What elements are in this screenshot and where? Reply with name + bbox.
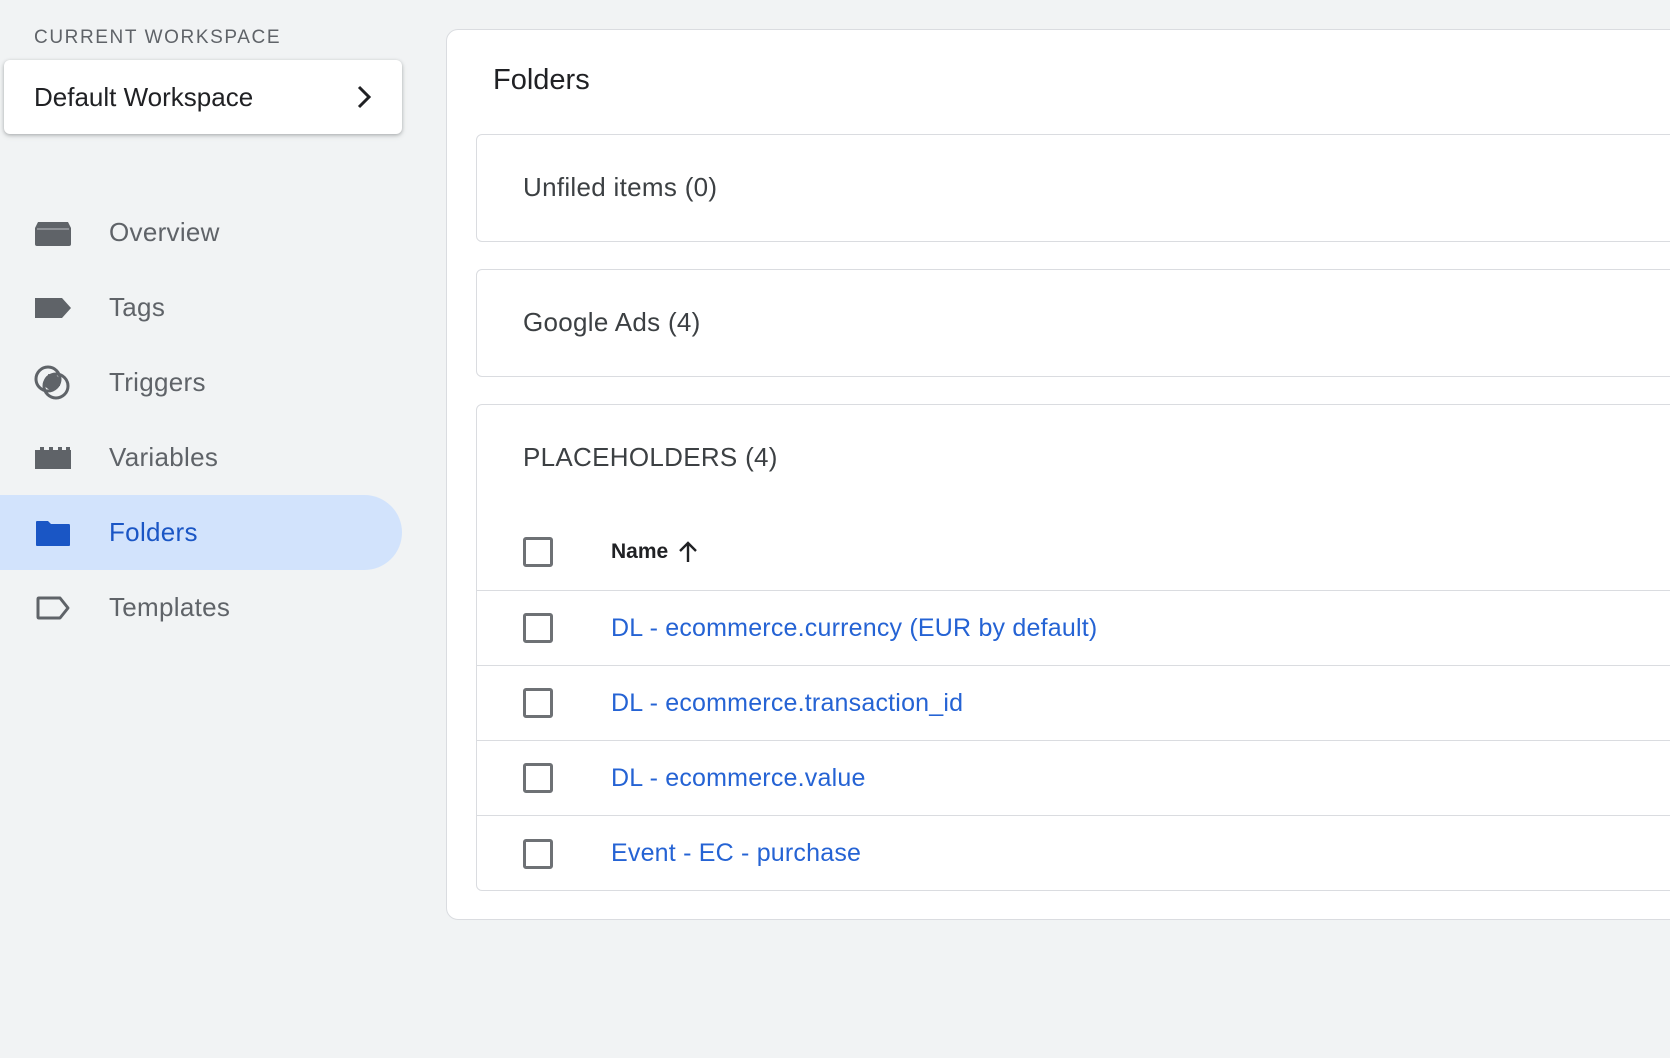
current-workspace-label: CURRENT WORKSPACE — [34, 27, 282, 48]
sidebar-item-label: Overview — [109, 217, 220, 247]
sidebar-item-triggers[interactable]: Triggers — [0, 345, 402, 420]
table-row: DL - ecommerce.value — [477, 741, 1670, 816]
page-title: Folders — [493, 64, 590, 96]
sidebar-item-variables[interactable]: Variables — [0, 420, 402, 495]
table-row: DL - ecommerce.currency (EUR by default) — [477, 591, 1670, 666]
item-name-link[interactable]: Event - EC - purchase — [611, 839, 861, 868]
sidebar-nav: Overview Tags Triggers Variables Folders… — [0, 195, 402, 645]
template-icon — [33, 591, 73, 625]
column-label: Name — [611, 539, 669, 563]
row-checkbox[interactable] — [523, 613, 553, 643]
folders-panel: Folders Unfiled items (0) Google Ads (4)… — [446, 29, 1670, 920]
sidebar-item-folders[interactable]: Folders — [0, 495, 402, 570]
item-name-link[interactable]: DL - ecommerce.currency (EUR by default) — [611, 614, 1097, 643]
item-name-link[interactable]: DL - ecommerce.value — [611, 764, 866, 793]
arrow-up-icon — [678, 540, 700, 564]
tag-icon — [33, 291, 73, 325]
sidebar-item-label: Tags — [109, 292, 166, 322]
folder-title: Unfiled items (0) — [523, 172, 718, 202]
sidebar-item-overview[interactable]: Overview — [0, 195, 402, 270]
chevron-right-icon — [354, 85, 374, 109]
sidebar-item-label: Templates — [109, 592, 231, 622]
folder-title: Google Ads (4) — [523, 307, 701, 337]
sidebar-item-label: Variables — [109, 442, 219, 472]
sidebar-item-tags[interactable]: Tags — [0, 270, 402, 345]
folder-card-placeholders: PLACEHOLDERS (4) Name DL - ecommerce.cur… — [476, 404, 1670, 891]
folder-icon — [33, 516, 73, 550]
row-checkbox[interactable] — [523, 688, 553, 718]
variables-icon — [33, 441, 73, 475]
row-checkbox[interactable] — [523, 838, 553, 869]
row-checkbox[interactable] — [523, 763, 553, 793]
item-name-link[interactable]: DL - ecommerce.transaction_id — [611, 689, 963, 718]
table-row: DL - ecommerce.transaction_id — [477, 666, 1670, 741]
workspace-name: Default Workspace — [34, 81, 254, 112]
overview-icon — [33, 216, 73, 250]
sidebar-item-templates[interactable]: Templates — [0, 570, 402, 645]
trigger-icon — [33, 365, 73, 400]
name-column-header[interactable]: Name — [611, 540, 700, 564]
sidebar-item-label: Triggers — [109, 367, 206, 397]
sidebar-item-label: Folders — [109, 517, 198, 547]
folder-title: PLACEHOLDERS (4) — [523, 442, 778, 472]
select-all-checkbox[interactable] — [523, 536, 553, 567]
folder-items-table: Name DL - ecommerce.currency (EUR by def… — [477, 513, 1670, 891]
table-row: Event - EC - purchase — [477, 816, 1670, 891]
folder-card-unfiled[interactable]: Unfiled items (0) — [476, 134, 1670, 242]
workspace-selector[interactable]: Default Workspace — [4, 60, 402, 134]
table-header: Name — [477, 513, 1670, 591]
folder-card-google-ads[interactable]: Google Ads (4) — [476, 269, 1670, 377]
